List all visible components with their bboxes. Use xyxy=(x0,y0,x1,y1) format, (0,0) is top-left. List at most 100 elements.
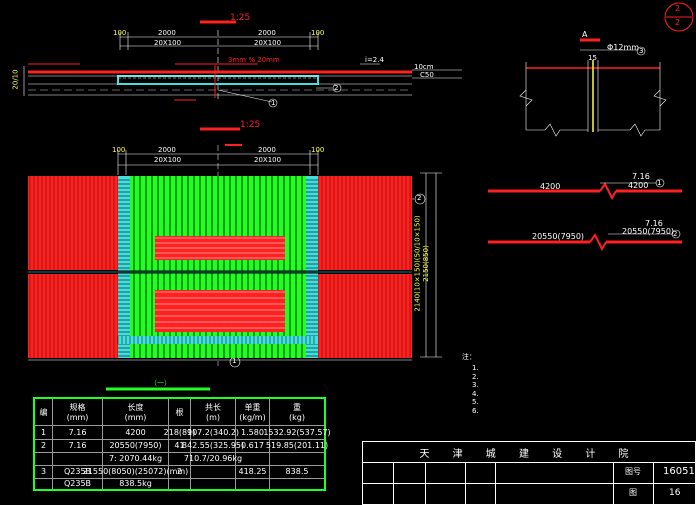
bar1-len-left: 4200 xyxy=(540,182,561,191)
table-cell xyxy=(53,452,103,465)
bar2-len-right: 20550(7950) xyxy=(622,227,675,236)
table-header-cell: 单重 (kg/m) xyxy=(236,399,270,425)
top-slope-label: 3mm % 20mm xyxy=(228,56,280,64)
plan-dim-left-total: 2000 xyxy=(158,146,176,154)
title-block-row1: 图号 16051 xyxy=(363,462,695,484)
title-block-company: 天 津 城 建 设 计 院 xyxy=(419,448,639,460)
table-cell: 7.16 xyxy=(53,425,103,439)
note-line: 2. xyxy=(472,372,479,381)
note-line: 4. xyxy=(472,389,479,398)
table-cell: 907.2(340.2) xyxy=(187,425,239,439)
table-header-cell: 规格 (mm) xyxy=(53,399,103,425)
table-cell xyxy=(191,465,236,478)
table-row: Q235B 838.5kg xyxy=(35,478,324,489)
detail-marker-text: 3 xyxy=(639,47,644,55)
table-header-cell: 重 (kg) xyxy=(289,403,305,422)
table-cell xyxy=(236,452,270,465)
title-block-drawing-no-label: 图号 xyxy=(625,467,641,476)
title-block-row2: 图 16 xyxy=(363,483,695,504)
sheet-page-total: 2 xyxy=(675,18,681,27)
title-block-sheet-no: 16 xyxy=(669,488,681,498)
bar1-len-right: 4200 xyxy=(628,181,649,190)
plan-dim-edge-left: 100 xyxy=(112,146,126,154)
table-cell xyxy=(270,478,324,489)
bar2-len-left: 20550(7950) xyxy=(532,232,585,241)
table-row: 3 Q235B 21550(8050)(25072)(mm) 2 418.25 838.5 xyxy=(35,465,324,479)
title-block-sheet-label: 图 xyxy=(629,488,637,497)
table-cell: 2 xyxy=(169,465,191,478)
table-cell: 4200 xyxy=(103,425,169,439)
table-cell xyxy=(169,478,191,489)
plan-side-dim-2: 2150(850) xyxy=(421,245,430,282)
plan-cyan-strip-right xyxy=(306,176,318,358)
table-cell: 7.16 xyxy=(53,439,103,452)
table-row: 1 7.16 4200 218(81) 907.2(340.2) 1.580 1532.92… xyxy=(35,425,331,440)
plan-side-dim-1: 2140(10×150)(50/10×150) xyxy=(413,215,422,312)
table-cell: 838.5kg xyxy=(103,478,169,489)
plan-dim-edge-right: 100 xyxy=(311,146,325,154)
plan-dim-right-split: 20X100 xyxy=(254,156,282,164)
top-grade-label: i=2.4 xyxy=(365,56,384,64)
bar2-mark: 2 xyxy=(673,230,678,238)
plan-cyan-strip-left xyxy=(118,176,130,358)
top-dim-edge-right: 100 xyxy=(311,29,325,37)
top-right-note-1: 10cm xyxy=(414,63,434,71)
plan-dim-left-split: 20X100 xyxy=(154,156,182,164)
plan-inner-red-bottom xyxy=(155,290,285,332)
rebar-plan-grid xyxy=(28,176,412,358)
table-cell: 519.85(201.11) xyxy=(265,441,329,450)
top-section-title: 1:25 xyxy=(230,13,251,23)
table-cell xyxy=(191,478,236,489)
title-block: 天 津 城 建 设 计 院 图号 16051 图 16 xyxy=(362,441,696,505)
table-header-row: 编规格 (mm) 长度 (mm) 根共长 (m) 单重 (kg/m) 重 (kg) xyxy=(35,399,324,426)
title-block-drawing-no: 16051 xyxy=(663,466,695,477)
top-dim-right-split: 20X100 xyxy=(254,39,282,47)
detail-title: A xyxy=(582,30,588,39)
table-cell: 21550(8050)(25072)(mm) xyxy=(82,465,189,478)
note-line: 6. xyxy=(472,406,479,415)
table-caption: （一） xyxy=(150,379,171,387)
top-marker-center-text: 1 xyxy=(271,99,276,107)
top-marker-right-text: 2 xyxy=(334,84,339,92)
table-header-cell: 长度 (mm) xyxy=(103,399,169,425)
note-line: 3. xyxy=(472,381,479,389)
top-right-note-2: C50 xyxy=(420,71,434,79)
note-line: 5. xyxy=(472,398,479,406)
table-row: 2 7.16 20550(7950) 41 842.55(325.95) 0.617 519… xyxy=(35,439,329,453)
table-cell: Q235B xyxy=(53,478,103,489)
plan-marker-right-text: 2 xyxy=(417,194,422,202)
rebar-table: 编规格 (mm) 长度 (mm) 根共长 (m) 单重 (kg/m) 重 (kg) 1 7.… xyxy=(33,397,331,491)
plan-section-drawing xyxy=(28,127,442,368)
top-left-note: 20/10 xyxy=(11,69,20,90)
bar1-mark: 1 xyxy=(657,179,662,187)
table-cell: 1 xyxy=(35,425,53,439)
detail-dim-15: 15 xyxy=(588,54,597,62)
note-line: 1. xyxy=(472,364,479,372)
table-cell: 2 xyxy=(35,439,53,452)
notes-heading: 注： xyxy=(462,353,476,361)
plan-marker-bottom-text: 1 xyxy=(232,357,237,365)
table-header-cell: 编 xyxy=(35,399,53,425)
table-cell xyxy=(236,478,270,489)
table-cell: 7: 2070.44kg xyxy=(103,452,169,465)
sheet-page-no: 2 xyxy=(675,4,681,13)
table-cell: 418.25 xyxy=(236,465,270,478)
table-row: 7: 2070.44kg 710.7/20.96kg xyxy=(35,452,324,466)
bar1-dia: 7.16 xyxy=(632,172,650,181)
plan-section-title: 1:25 xyxy=(240,120,261,130)
table-header-cell: 共长 (m) xyxy=(191,399,236,425)
detail-bar-label: Φ12mm xyxy=(607,43,640,52)
table-cell: 3 xyxy=(35,465,53,478)
top-dim-right-total: 2000 xyxy=(258,29,276,37)
top-dim-edge-left: 100 xyxy=(113,29,127,37)
top-dim-left-total: 2000 xyxy=(158,29,176,37)
table-cell xyxy=(35,452,53,465)
table-cell xyxy=(270,452,324,465)
table-cell: 20550(7950) xyxy=(103,439,169,452)
table-cell: 842.55(325.95) xyxy=(181,439,245,452)
bar-shapes-drawing xyxy=(488,178,682,252)
top-dim-left-split: 20X100 xyxy=(154,39,182,47)
table-cell: 838.5 xyxy=(285,467,309,476)
table-cell xyxy=(35,478,53,489)
table-cell: 710.7/20.96kg xyxy=(183,452,243,465)
